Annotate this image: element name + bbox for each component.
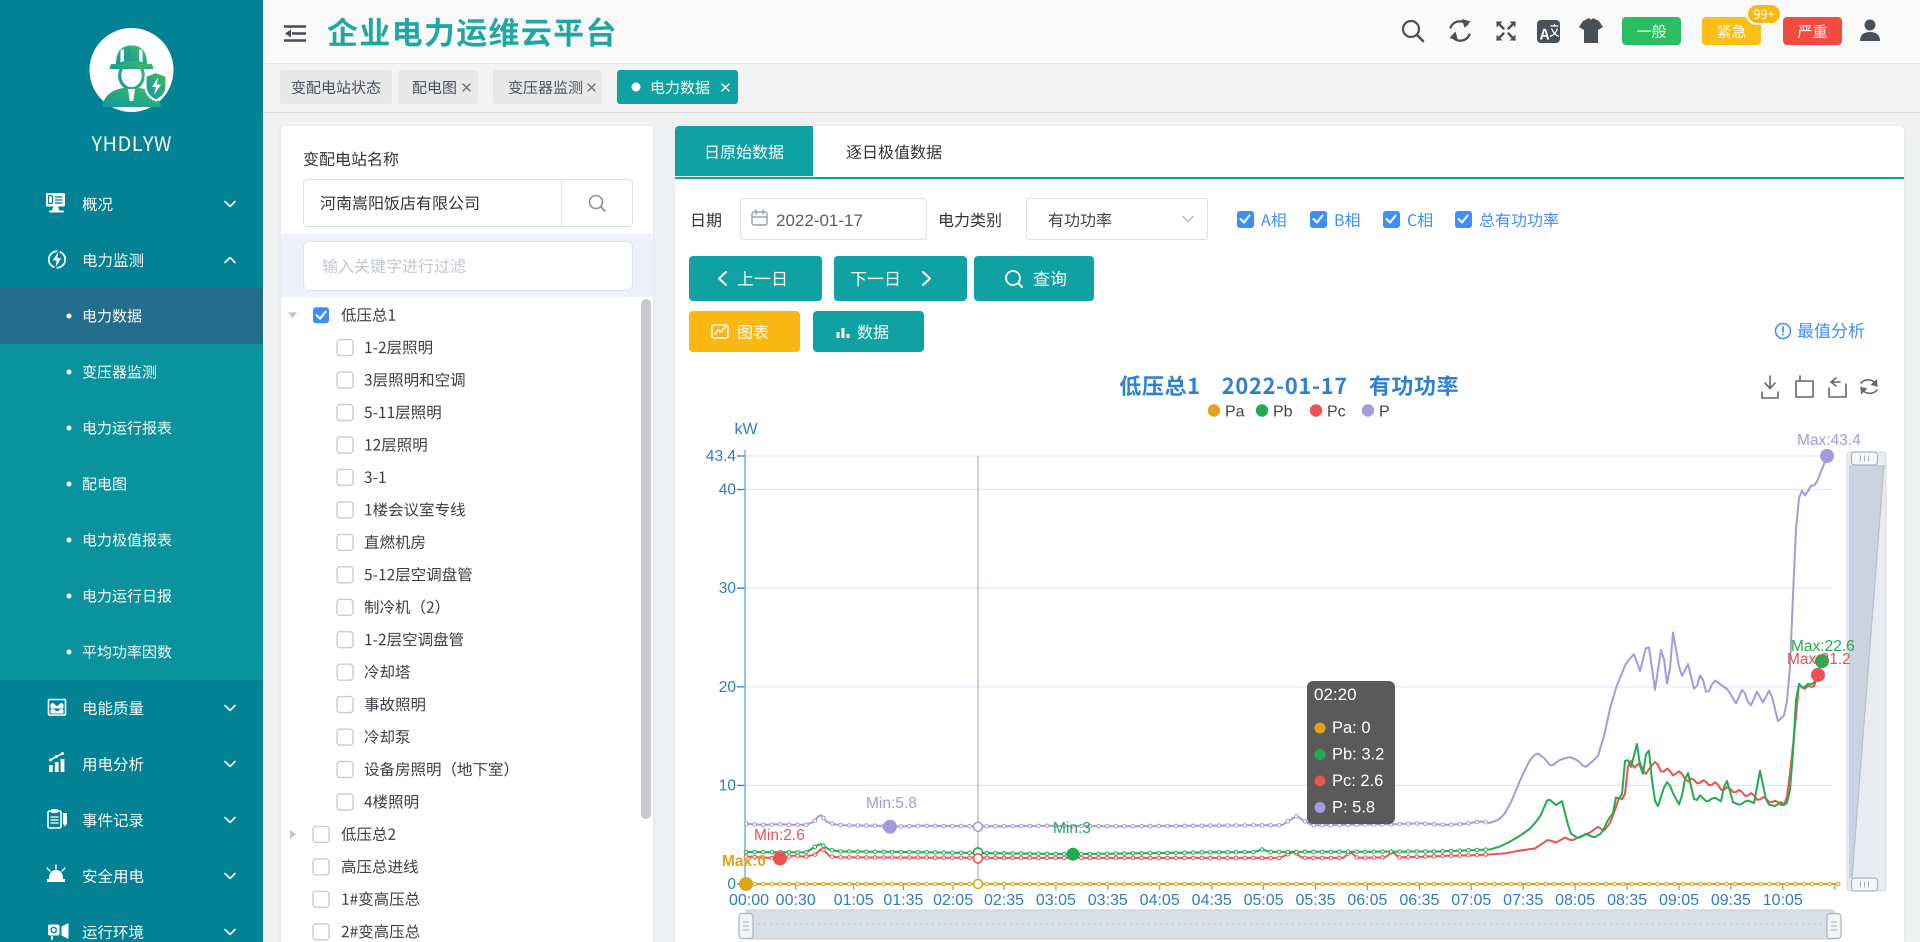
svg-text:02:35: 02:35 bbox=[984, 892, 1024, 909]
svg-text:07:05: 07:05 bbox=[1451, 892, 1491, 909]
svg-text:03:35: 03:35 bbox=[1088, 892, 1128, 909]
svg-text:Max:21.2: Max:21.2 bbox=[1787, 651, 1851, 668]
svg-text:Pc: 2.6: Pc: 2.6 bbox=[1332, 772, 1383, 790]
svg-text:08:05: 08:05 bbox=[1555, 892, 1595, 909]
svg-text:00:30: 00:30 bbox=[776, 892, 816, 909]
svg-text:2022-01-17: 2022-01-17 bbox=[776, 211, 863, 230]
svg-text:Max:43.4: Max:43.4 bbox=[1797, 432, 1861, 449]
svg-text:Pa: 0: Pa: 0 bbox=[1332, 719, 1371, 737]
svg-text:Min:3: Min:3 bbox=[1053, 820, 1091, 837]
svg-text:08:35: 08:35 bbox=[1607, 892, 1647, 909]
svg-text:02:20: 02:20 bbox=[1314, 685, 1357, 704]
svg-text:06:05: 06:05 bbox=[1347, 892, 1387, 909]
svg-text:Min:5.8: Min:5.8 bbox=[866, 795, 917, 812]
svg-text:01:35: 01:35 bbox=[883, 892, 923, 909]
svg-text:P: 5.8: P: 5.8 bbox=[1332, 799, 1375, 817]
svg-text:04:35: 04:35 bbox=[1192, 892, 1232, 909]
svg-text:Pb: 3.2: Pb: 3.2 bbox=[1332, 746, 1384, 764]
svg-text:03:05: 03:05 bbox=[1036, 892, 1076, 909]
svg-text:Min:2.6: Min:2.6 bbox=[754, 827, 805, 844]
svg-text:30: 30 bbox=[719, 580, 737, 597]
svg-text:05:35: 05:35 bbox=[1295, 892, 1335, 909]
svg-text:0: 0 bbox=[727, 876, 736, 893]
svg-text:43.4: 43.4 bbox=[706, 448, 737, 465]
svg-text:Pc: Pc bbox=[1327, 404, 1346, 421]
svg-text:09:05: 09:05 bbox=[1659, 892, 1699, 909]
svg-text:Max:0: Max:0 bbox=[722, 853, 766, 870]
svg-text:Pb: Pb bbox=[1273, 404, 1293, 421]
svg-text:P: P bbox=[1379, 404, 1390, 421]
svg-text:20: 20 bbox=[719, 679, 737, 696]
svg-text:kW: kW bbox=[734, 421, 758, 438]
svg-text:10:05: 10:05 bbox=[1763, 892, 1803, 909]
svg-text:00:00: 00:00 bbox=[729, 892, 769, 909]
svg-text:07:35: 07:35 bbox=[1503, 892, 1543, 909]
svg-text:Pa: Pa bbox=[1225, 404, 1245, 421]
svg-text:01:05: 01:05 bbox=[834, 892, 874, 909]
svg-text:02:05: 02:05 bbox=[933, 892, 973, 909]
svg-text:06:35: 06:35 bbox=[1399, 892, 1439, 909]
svg-text:05:05: 05:05 bbox=[1244, 892, 1284, 909]
svg-text:10: 10 bbox=[719, 777, 737, 794]
svg-text:09:35: 09:35 bbox=[1711, 892, 1751, 909]
svg-text:40: 40 bbox=[719, 482, 737, 499]
svg-text:04:05: 04:05 bbox=[1140, 892, 1180, 909]
